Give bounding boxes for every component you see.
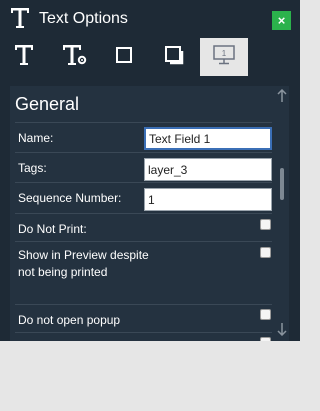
show-in-preview-row: Show in Preview despite not being printe… [15,241,272,305]
square-outline-icon [115,46,133,69]
do-not-open-popup-label: Do not open popup [18,313,121,327]
do-not-open-popup-checkbox[interactable] [260,309,271,320]
sequence-label: Sequence Number: [18,191,122,205]
tags-field[interactable] [144,158,272,181]
scrollbar-thumb[interactable] [280,168,284,200]
text-options-panel: Text Options × 1 General Name: Text Fiel… [0,0,300,341]
general-section: General Name: Tags: Sequence Number: Do … [10,86,289,341]
svg-text:1: 1 [222,49,227,58]
tab-display[interactable]: 1 [200,38,248,76]
partial-checkbox[interactable] [260,337,271,341]
text-settings-icon [61,43,87,72]
scrollbar[interactable] [275,86,289,341]
name-field[interactable] [144,127,272,150]
name-row: Name: [15,122,272,153]
do-not-open-popup-row: Do not open popup [15,304,272,333]
do-not-print-label: Do Not Print: [18,222,87,236]
tab-bar: 1 [0,38,300,76]
do-not-print-row: Do Not Print: [15,213,272,241]
text-icon [9,6,31,35]
tags-label: Tags: [18,161,47,175]
tab-shadow[interactable] [150,38,198,76]
close-button[interactable]: × [272,11,291,30]
window-title: Text Options [39,10,128,27]
monitor-icon: 1 [212,44,236,71]
tab-border[interactable] [100,38,148,76]
show-in-preview-checkbox[interactable] [260,247,271,258]
do-not-print-checkbox[interactable] [260,219,271,230]
tab-text[interactable] [0,38,48,76]
shadow-box-icon [164,45,184,70]
show-in-preview-label: Show in Preview despite not being printe… [18,248,149,279]
arrow-up-icon[interactable] [277,88,287,108]
sequence-number-field[interactable] [144,188,272,211]
tab-text-settings[interactable] [50,38,98,76]
text-icon [13,43,35,72]
name-label: Name: [18,131,54,145]
sequence-row: Sequence Number: [15,182,272,213]
arrow-down-icon[interactable] [277,322,287,341]
partial-row [15,332,272,341]
tags-row: Tags: [15,152,272,183]
title-bar: Text Options × [0,0,300,38]
section-heading: General [15,94,80,114]
